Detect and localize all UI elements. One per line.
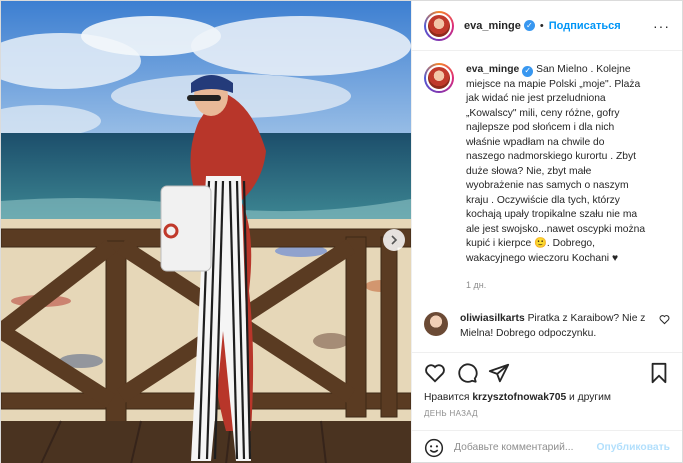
add-comment-bar: Опубликовать [412, 430, 682, 463]
author-username[interactable]: eva_minge [464, 20, 521, 32]
comment: oliwiasilkarts Piratka z Karaibow? Nie z… [424, 312, 670, 341]
caption-username[interactable]: eva_minge [466, 64, 519, 75]
post-side-panel: eva_minge ✓ • Подписаться ··· eva_minge ✓… [411, 1, 682, 463]
follow-button[interactable]: Подписаться [549, 20, 621, 32]
caption-body: San Mielno . Kolejne miejsce na mapie Po… [466, 64, 646, 264]
verified-badge-icon: ✓ [523, 20, 535, 31]
likes-prefix: Нравится [424, 392, 470, 403]
share-icon[interactable] [488, 362, 510, 384]
caption-verified-badge-icon: ✓ [522, 65, 534, 77]
comment-input[interactable] [454, 442, 597, 453]
caption-author-avatar[interactable] [424, 63, 454, 93]
chevron-right-icon [391, 235, 398, 245]
commenter-avatar[interactable] [424, 312, 448, 336]
likes-user[interactable]: krzysztofnowak705 [472, 392, 566, 403]
post-photo[interactable] [1, 1, 411, 463]
post-date: ДЕНЬ НАЗАД [424, 409, 478, 418]
comments-section: eva_minge ✓ San Mielno . Kolejne miejsce … [412, 51, 682, 352]
bookmark-icon[interactable] [648, 362, 670, 384]
emoji-icon[interactable] [424, 438, 444, 458]
caption-text: eva_minge ✓ San Mielno . Kolejne miejsce … [466, 63, 666, 266]
more-options-icon[interactable]: ··· [653, 18, 670, 34]
likes-line: Нравится krzysztofnowak705 и другим [412, 392, 682, 403]
comment-like-heart-icon[interactable] [659, 314, 670, 325]
beach-photo-illustration [1, 1, 411, 463]
comment-text: oliwiasilkarts Piratka z Karaibow? Nie z… [460, 312, 650, 341]
post-header: eva_minge ✓ • Подписаться ··· [412, 1, 682, 51]
author-avatar[interactable] [424, 10, 454, 41]
publish-button[interactable]: Опубликовать [596, 442, 670, 453]
caption-age: 1 дн. [466, 280, 487, 290]
next-photo-button[interactable] [383, 229, 405, 251]
comment-username[interactable]: oliwiasilkarts [460, 313, 525, 324]
action-bar [412, 352, 682, 392]
instagram-post: eva_minge ✓ • Подписаться ··· eva_minge ✓… [0, 0, 683, 463]
comment-icon[interactable] [456, 362, 478, 384]
header-separator: • [539, 19, 544, 32]
caption: eva_minge ✓ San Mielno . Kolejne miejsce … [424, 63, 670, 266]
likes-suffix[interactable]: и другим [569, 392, 611, 403]
heart-icon[interactable] [424, 362, 446, 384]
